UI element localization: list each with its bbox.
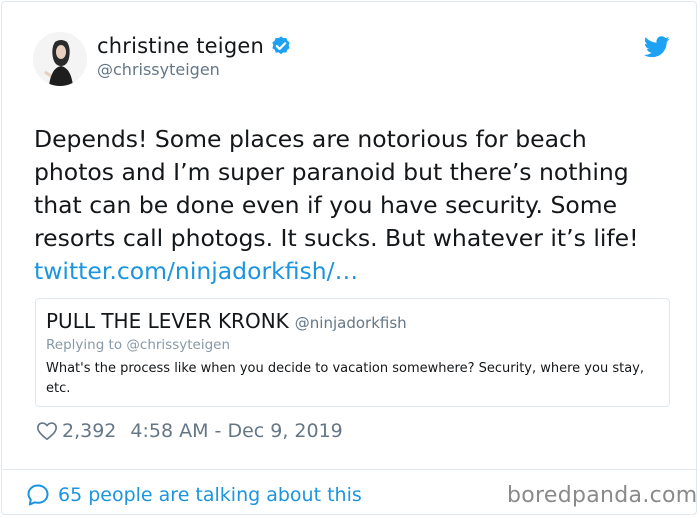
tweet-text: Depends! Some places are notorious for b… xyxy=(34,125,639,252)
like-count[interactable]: 2,392 xyxy=(62,420,116,442)
author-handle[interactable]: @chrissyteigen xyxy=(97,60,220,79)
tweet-meta: 2,392 4:58 AM - Dec 9, 2019 xyxy=(36,420,343,442)
divider xyxy=(3,469,698,470)
tweet-card: christine teigen @chrissyteigen Depends!… xyxy=(1,1,698,515)
quoted-tweet[interactable]: PULL THE LEVER KRONK @ninjadorkfish Repl… xyxy=(35,298,670,407)
twitter-bird-icon[interactable] xyxy=(644,36,670,58)
quoted-text: What's the process like when you decide … xyxy=(46,361,644,396)
quoted-replying-to: Replying to @chrissyteigen xyxy=(46,337,231,353)
avatar-image xyxy=(33,32,87,86)
quoted-display-name: PULL THE LEVER KRONK xyxy=(46,309,289,333)
author-display-name[interactable]: christine teigen xyxy=(97,34,264,58)
timestamp[interactable]: 4:58 AM - Dec 9, 2019 xyxy=(130,420,342,442)
speech-bubble-icon xyxy=(27,484,49,506)
heart-icon[interactable] xyxy=(36,420,58,442)
verified-badge-icon xyxy=(272,36,290,55)
conversation-footer[interactable]: 65 people are talking about this xyxy=(26,483,362,507)
tweet-link[interactable]: twitter.com/ninjadorkfish/… xyxy=(34,255,674,288)
quoted-author-row: PULL THE LEVER KRONK @ninjadorkfish xyxy=(46,309,407,333)
watermark: boredpanda.com xyxy=(507,483,698,508)
quoted-handle: @ninjadorkfish xyxy=(294,314,407,332)
tweet-body: Depends! Some places are notorious for b… xyxy=(34,123,674,288)
author-name-row: christine teigen xyxy=(97,34,292,58)
talking-about-link[interactable]: 65 people are talking about this xyxy=(58,484,362,506)
avatar[interactable] xyxy=(33,32,87,86)
